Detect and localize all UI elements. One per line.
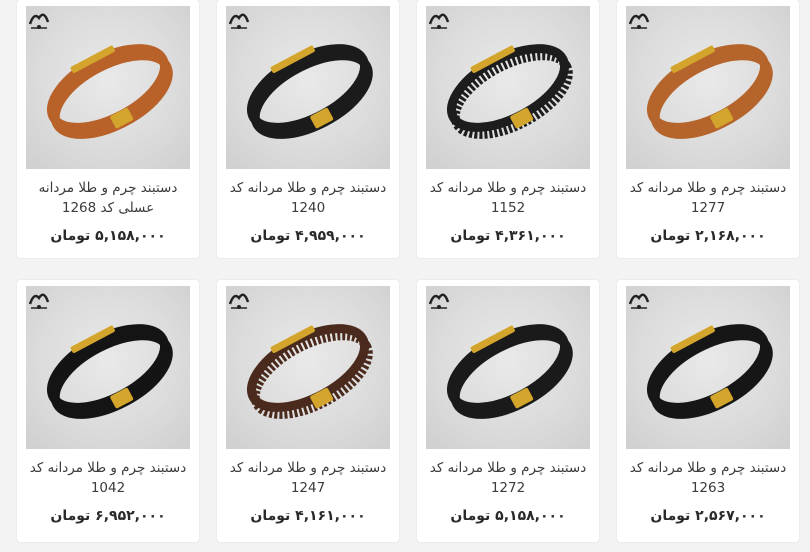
product-price: ۵,۱۵۸,۰۰۰ تومان [50,228,166,244]
product-title[interactable]: دستبند چرم و طلا مردانه کد 1240 [223,178,393,218]
product-image[interactable] [426,286,590,449]
product-card[interactable]: دستبند چرم و طلا مردانه کد 1240 ۴,۹۵۹,۰۰۰… [217,0,399,258]
product-image[interactable] [26,286,190,449]
product-card[interactable]: دستبند چرم و طلا مردانه کد 1277 ۲,۱۶۸,۰۰۰… [617,0,799,258]
product-title[interactable]: دستبند چرم و طلا مردانه کد 1152 [423,178,593,218]
logo-icon [628,13,650,29]
product-price: ۴,۹۵۹,۰۰۰ تومان [250,228,366,244]
product-image[interactable] [226,6,390,169]
product-card[interactable]: دستبند چرم و طلا مردانه کد 1272 ۵,۱۵۸,۰۰۰… [417,280,599,542]
product-card[interactable]: دستبند چرم و طلا مردانه کد 1263 ۲,۵۶۷,۰۰۰… [617,280,799,542]
product-card[interactable]: دستبند چرم و طلا مردانه عسلی کد 1268 ۵,۱۵… [17,0,199,258]
logo-icon [28,13,50,29]
product-title[interactable]: دستبند چرم و طلا مردانه کد 1272 [423,458,593,498]
logo-icon [428,293,450,309]
product-image[interactable] [26,6,190,169]
product-image[interactable] [626,286,790,449]
product-image[interactable] [626,6,790,169]
product-title[interactable]: دستبند چرم و طلا مردانه کد 1247 [223,458,393,498]
logo-icon [628,293,650,309]
product-card[interactable]: دستبند چرم و طلا مردانه کد 1152 ۴,۳۶۱,۰۰۰… [417,0,599,258]
product-title[interactable]: دستبند چرم و طلا مردانه کد 1042 [23,458,193,498]
product-price: ۲,۵۶۷,۰۰۰ تومان [650,508,766,524]
product-price: ۴,۱۶۱,۰۰۰ تومان [250,508,366,524]
product-title[interactable]: دستبند چرم و طلا مردانه کد 1263 [623,458,793,498]
product-price: ۶,۹۵۲,۰۰۰ تومان [50,508,166,524]
product-card[interactable]: دستبند چرم و طلا مردانه کد 1042 ۶,۹۵۲,۰۰۰… [17,280,199,542]
product-image[interactable] [226,286,390,449]
product-grid: دستبند چرم و طلا مردانه کد 1277 ۲,۱۶۸,۰۰۰… [0,0,810,552]
product-title[interactable]: دستبند چرم و طلا مردانه کد 1277 [623,178,793,218]
product-price: ۵,۱۵۸,۰۰۰ تومان [450,508,566,524]
logo-icon [228,13,250,29]
product-card[interactable]: دستبند چرم و طلا مردانه کد 1247 ۴,۱۶۱,۰۰۰… [217,280,399,542]
product-image[interactable] [426,6,590,169]
product-price: ۴,۳۶۱,۰۰۰ تومان [450,228,566,244]
product-title[interactable]: دستبند چرم و طلا مردانه عسلی کد 1268 [23,178,193,218]
product-price: ۲,۱۶۸,۰۰۰ تومان [650,228,766,244]
logo-icon [228,293,250,309]
logo-icon [428,13,450,29]
logo-icon [28,293,50,309]
